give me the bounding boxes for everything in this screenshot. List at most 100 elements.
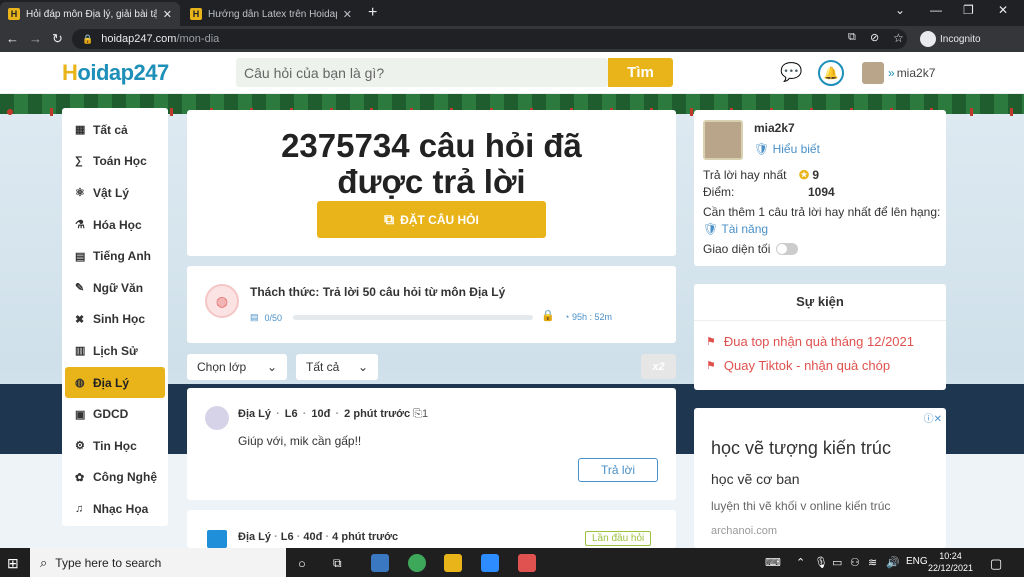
chevron-up-icon[interactable]: ⌃ [796, 556, 805, 569]
event-item[interactable]: ⚑ Quay Tiktok - nhận quà chóp [706, 358, 890, 373]
question-grade: L6 [280, 531, 294, 543]
civics-icon: ▣ [75, 408, 86, 421]
question-card[interactable]: Địa Lý · L6 · 40đ · 4 phút trước Lần đầu… [187, 510, 676, 548]
tab-close-icon[interactable]: ✕ [163, 8, 172, 21]
tracking-off-icon[interactable]: ⊘ [870, 31, 879, 44]
grade-select[interactable]: Chọn lớp ⌄ [187, 354, 287, 380]
question-meta: Địa Lý · L6 · 40đ · 4 phút trước [238, 531, 399, 543]
scope-select-label: Tất cả [306, 360, 340, 374]
sidebar-item-sinh-học[interactable]: ✖ Sinh Học [65, 304, 165, 336]
network-icon[interactable]: ⚇ [850, 556, 860, 569]
logo-h: H [62, 60, 78, 85]
sidebar-item-công-nghệ[interactable]: ✿ Công Nghệ [65, 462, 165, 494]
browser-tab-bar: H Hỏi đáp môn Địa lý, giải bài tập môn Đ… [0, 0, 1024, 26]
restore-icon[interactable]: ❐ [963, 3, 974, 17]
dark-mode-toggle[interactable] [776, 243, 799, 255]
mic-icon[interactable]: 🎙 [814, 556, 828, 569]
sidebar-item-label: Tất cả [93, 122, 128, 137]
new-tab-button[interactable]: + [368, 4, 377, 22]
wps-icon[interactable] [518, 554, 536, 572]
tech-icon: ✿ [75, 471, 85, 484]
sidebar-item-tiếng-anh[interactable]: ▤ Tiếng Anh [65, 240, 165, 272]
ad-banner[interactable]: ⓘ✕ học vẽ tượng kiến trúc học vẽ cơ ban … [694, 408, 946, 548]
scope-select[interactable]: Tất cả ⌄ [296, 354, 378, 380]
question-time: 4 phút trước [332, 531, 399, 543]
sidebar-item-toán-học[interactable]: ∑ Toán Học [65, 146, 165, 178]
ad-choices-icon[interactable]: ⓘ✕ [924, 410, 942, 425]
sidebar-item-nhạc-họa[interactable]: ♫ Nhạc Họa [65, 493, 165, 525]
question-card[interactable]: Địa Lý · L6 · 10đ · 2 phút trước ⎘1 Giúp… [187, 388, 676, 500]
sidebar-item-label: Công Nghệ [93, 470, 157, 485]
reply-button[interactable]: Trả lời [578, 458, 658, 482]
sidebar-item-gdcd[interactable]: ▣ GDCD [65, 398, 165, 430]
incognito-icon [920, 31, 936, 47]
zoom-icon[interactable] [481, 554, 499, 572]
sidebar-item-địa-lý[interactable]: ◍ Địa Lý [65, 366, 165, 399]
chrome-icon[interactable] [408, 554, 426, 572]
ad-line: luyện thi vẽ khối v online kiến trúc [711, 499, 891, 513]
translate-icon[interactable]: ⧉ [848, 31, 856, 44]
task-view-icon[interactable]: ⧉ [333, 556, 342, 571]
tab-active[interactable]: H Hỏi đáp môn Địa lý, giải bài tập môn Đ… [0, 2, 180, 26]
tab-search-icon[interactable]: ⌄ [895, 3, 905, 17]
ad-domain: archanoi.com [711, 525, 778, 537]
clock-date: 22/12/2021 [928, 563, 974, 573]
minimize-icon[interactable]: — [930, 3, 942, 17]
search-button[interactable]: Tìm [608, 58, 673, 87]
challenge-card[interactable]: ◍ Thách thức: Trả lời 50 câu hỏi từ môn … [187, 266, 676, 343]
sidebar-item-tin-học[interactable]: ⚙ Tin Học [65, 430, 165, 462]
keyboard-icon[interactable]: ⌨ [765, 556, 781, 569]
sidebar-item-tất-cả[interactable]: ▦ Tất cả [65, 114, 165, 146]
forward-icon[interactable]: → [29, 31, 42, 46]
grid-icon: ▦ [75, 124, 86, 137]
profile-name[interactable]: mia2k7 [754, 121, 795, 135]
event-item[interactable]: ⚑ Đua top nhận quà tháng 12/2021 [706, 334, 914, 349]
address-bar: ← → ↻ 🔒 hoidap247.com /mon-dia ⧉ ⊘ ☆ Inc… [0, 26, 1024, 52]
back-icon[interactable]: ← [6, 31, 19, 46]
notifications-icon[interactable]: ▢ [990, 556, 1002, 572]
next-rank-text: Cần thêm 1 câu trả lời hay nhất để lên h… [703, 205, 941, 219]
user-menu[interactable]: » mia2k7 [862, 62, 935, 84]
username: mia2k7 [896, 66, 936, 80]
cortana-icon[interactable]: ○ [298, 556, 306, 571]
avatar[interactable] [703, 120, 743, 160]
site-logo[interactable]: Hoidap247 [62, 60, 169, 86]
sidebar-item-vật-lý[interactable]: ⚛ Vật Lý [65, 177, 165, 209]
avatar [862, 62, 884, 84]
points-row: Điểm: 1094 [703, 185, 835, 199]
incognito-profile[interactable]: Incognito [920, 31, 981, 47]
chat-icon[interactable]: 💬 [780, 62, 802, 84]
reload-icon[interactable]: ↻ [52, 31, 63, 47]
bookmark-star-icon[interactable]: ☆ [893, 31, 904, 45]
search-input[interactable]: Câu hỏi của bạn là gì? [236, 58, 608, 87]
events-title: Sự kiện [796, 294, 844, 309]
taskbar-search[interactable]: ⌕ Type here to search [30, 548, 286, 577]
chevron-down-icon: ⌄ [357, 360, 368, 374]
url-field[interactable]: 🔒 hoidap247.com /mon-dia [72, 29, 907, 49]
notification-bell-icon[interactable]: 🔔 [818, 60, 844, 86]
hero-card: 2375734 câu hỏi đã được trả lời ⧉ ĐẶT CÂ… [187, 110, 676, 256]
profile-card: mia2k7 🛡 Hiểu biết Trả lời hay nhất ✪ 9 … [694, 110, 946, 266]
sidebar-item-hóa-học[interactable]: ⚗ Hóa Học [65, 209, 165, 241]
sidebar-item-ngữ-văn[interactable]: ✎ Ngữ Văn [65, 272, 165, 304]
tab-inactive[interactable]: H Hướng dẫn Latex trên Hoidap247 ✕ [182, 2, 360, 26]
file-explorer-icon[interactable] [444, 554, 462, 572]
music-icon: ♫ [75, 502, 84, 515]
sidebar-item-label: Toán Học [93, 154, 147, 169]
app-icon[interactable] [371, 554, 389, 572]
close-window-icon[interactable]: ✕ [998, 3, 1008, 17]
tab-close-icon[interactable]: ✕ [343, 8, 352, 21]
sidebar-item-lịch-sử[interactable]: ▥ Lịch Sử [65, 335, 165, 367]
taskbar-clock[interactable]: 10:24 22/12/2021 [928, 550, 973, 574]
volume-icon[interactable]: 🔊 [886, 556, 900, 569]
windows-start-icon[interactable]: ⊞ [7, 555, 19, 572]
incognito-label: Incognito [940, 33, 981, 45]
search-icon: ⌕ [40, 554, 48, 570]
logo-text: oidap247 [77, 60, 169, 85]
wifi-icon[interactable]: ≋ [868, 556, 877, 569]
battery-icon[interactable]: ▭ [832, 556, 842, 569]
ask-question-button[interactable]: ⧉ ĐẶT CÂU HỎI [317, 201, 546, 238]
sidebar-item-label: Ngữ Văn [93, 280, 144, 295]
ad-headline[interactable]: học vẽ tượng kiến trúc [711, 438, 891, 459]
language-indicator[interactable]: ENG [906, 556, 928, 567]
